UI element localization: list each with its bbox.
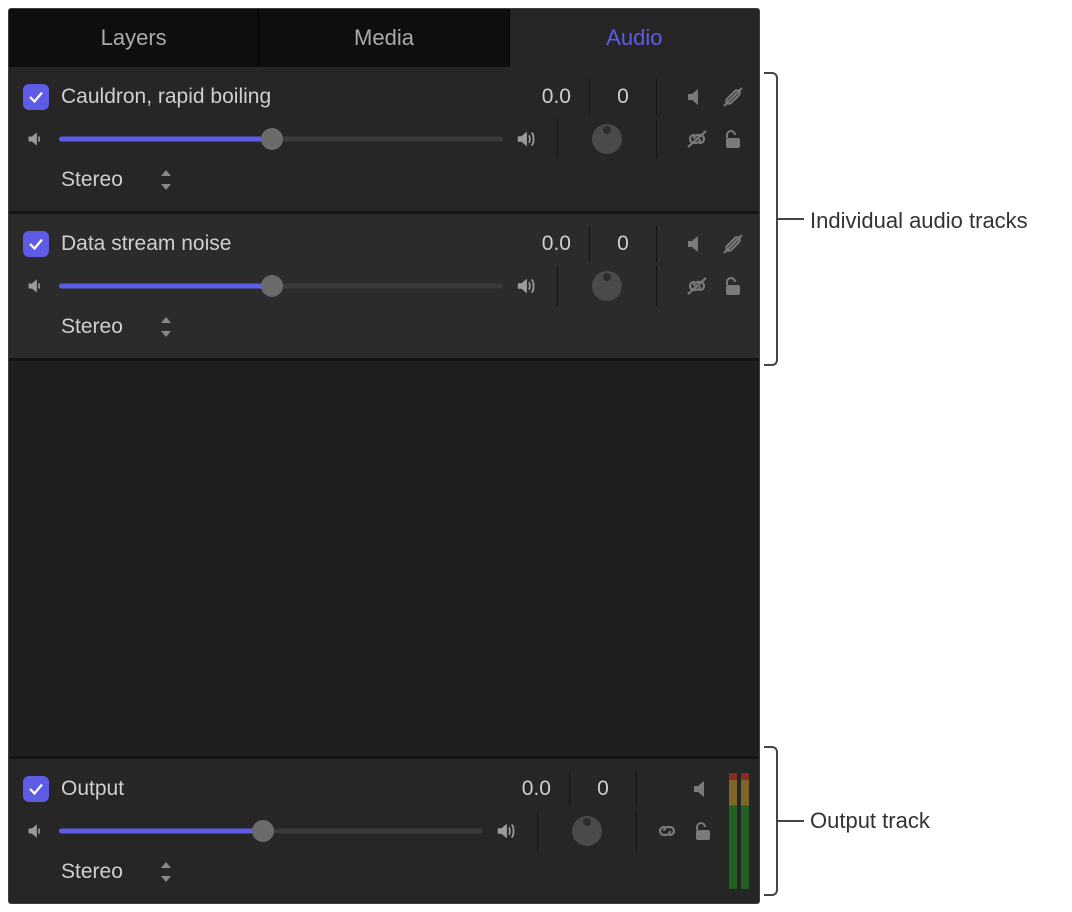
track-enable-checkbox[interactable]	[23, 84, 49, 110]
volume-low-icon	[23, 129, 49, 149]
link-icon[interactable]	[685, 274, 709, 298]
chevron-updown-icon	[159, 317, 173, 337]
chevron-updown-icon	[159, 170, 173, 190]
track-list: Cauldron, rapid boiling 0.0 0	[9, 67, 759, 361]
volume-high-icon	[513, 275, 539, 297]
volume-low-icon	[23, 821, 49, 841]
pan-value[interactable]: 0	[608, 85, 638, 109]
level-value[interactable]: 0.0	[481, 777, 551, 801]
bracket	[764, 746, 778, 896]
output-track: Output 0.0 0	[9, 756, 759, 903]
mute-icon[interactable]	[685, 232, 709, 256]
level-slider[interactable]	[59, 274, 503, 298]
chevron-updown-icon	[159, 862, 173, 882]
pan-knob[interactable]	[572, 816, 602, 846]
tabs: Layers Media Audio	[9, 9, 759, 67]
solo-icon[interactable]	[721, 232, 745, 256]
channel-label: Stereo	[61, 315, 123, 339]
track-row: Cauldron, rapid boiling 0.0 0	[9, 67, 759, 214]
channel-select[interactable]: Stereo	[61, 315, 173, 339]
volume-high-icon	[493, 820, 519, 842]
pan-value[interactable]: 0	[608, 232, 638, 256]
level-slider[interactable]	[59, 819, 483, 843]
volume-low-icon	[23, 276, 49, 296]
callout-output: Output track	[810, 808, 930, 834]
link-icon[interactable]	[655, 819, 679, 843]
lock-icon[interactable]	[721, 274, 745, 298]
channel-label: Stereo	[61, 860, 123, 884]
tab-layers[interactable]: Layers	[9, 9, 259, 67]
empty-area	[9, 361, 759, 756]
pan-value[interactable]: 0	[588, 777, 618, 801]
callout-individual: Individual audio tracks	[810, 208, 1028, 234]
track-enable-checkbox[interactable]	[23, 231, 49, 257]
audio-panel: Layers Media Audio Cauldron, rapid boili…	[8, 8, 760, 904]
tab-media[interactable]: Media	[259, 9, 509, 67]
level-value[interactable]: 0.0	[501, 85, 571, 109]
link-icon[interactable]	[685, 127, 709, 151]
solo-icon[interactable]	[721, 85, 745, 109]
level-slider[interactable]	[59, 127, 503, 151]
mute-icon[interactable]	[685, 85, 709, 109]
output-name[interactable]: Output	[61, 777, 481, 801]
track-name[interactable]: Data stream noise	[61, 232, 501, 256]
tab-audio[interactable]: Audio	[510, 9, 759, 67]
lock-icon[interactable]	[721, 127, 745, 151]
track-row: Data stream noise 0.0 0	[9, 214, 759, 361]
channel-label: Stereo	[61, 168, 123, 192]
pan-knob[interactable]	[592, 271, 622, 301]
pan-knob[interactable]	[592, 124, 622, 154]
track-name[interactable]: Cauldron, rapid boiling	[61, 85, 501, 109]
channel-select[interactable]: Stereo	[61, 168, 173, 192]
level-meters	[729, 773, 749, 889]
bracket	[764, 72, 778, 366]
volume-high-icon	[513, 128, 539, 150]
level-value[interactable]: 0.0	[501, 232, 571, 256]
output-enable-checkbox[interactable]	[23, 776, 49, 802]
channel-select[interactable]: Stereo	[61, 860, 173, 884]
lock-icon[interactable]	[691, 819, 715, 843]
mute-icon[interactable]	[691, 777, 715, 801]
